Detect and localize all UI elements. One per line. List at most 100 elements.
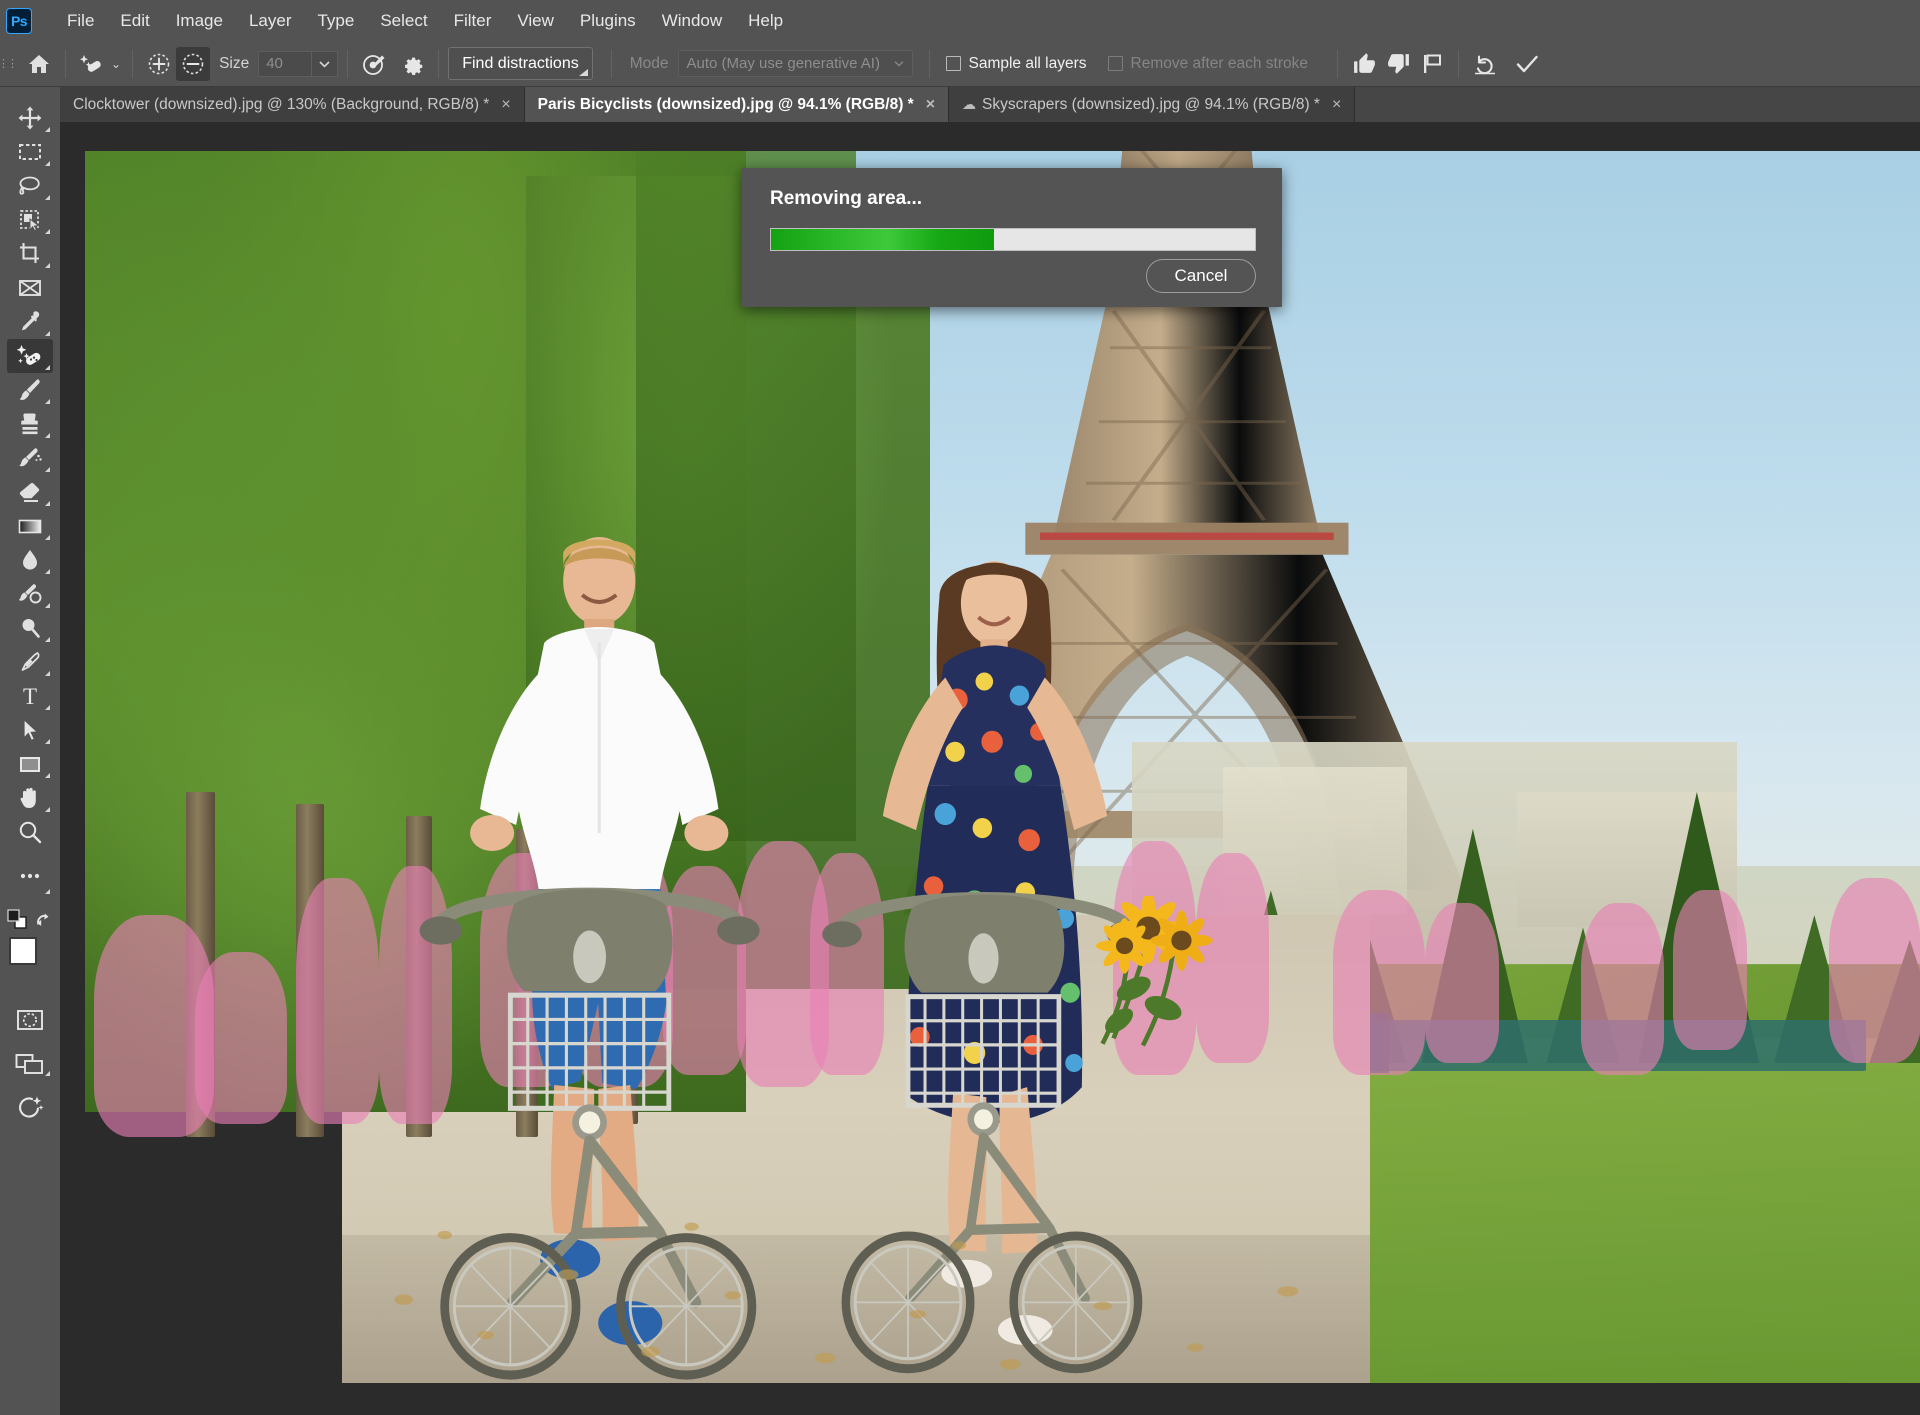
- object-selection-tool-icon: [17, 207, 43, 233]
- brush-subtract-button[interactable]: [176, 47, 210, 81]
- rectangular-marquee-tool[interactable]: [7, 135, 53, 169]
- menu-help[interactable]: Help: [735, 7, 796, 35]
- tool-preset-button[interactable]: [75, 47, 109, 81]
- divider: [1337, 50, 1338, 78]
- brush-settings-button[interactable]: [357, 47, 391, 81]
- brush-tool[interactable]: [7, 373, 53, 407]
- object-selection-tool[interactable]: [7, 203, 53, 237]
- flyout-corner: [45, 637, 50, 642]
- menu-plugins[interactable]: Plugins: [567, 7, 649, 35]
- commit-button[interactable]: [1510, 47, 1544, 81]
- thumbs-down-button[interactable]: [1381, 47, 1415, 81]
- document-tab-clocktower[interactable]: Clocktower (downsized).jpg @ 130% (Backg…: [60, 87, 525, 122]
- flyout-corner: [45, 773, 50, 778]
- remove-tool-icon: [79, 51, 105, 77]
- reset-undo-icon: [1471, 50, 1499, 78]
- brush-add-button[interactable]: [142, 47, 176, 81]
- sample-all-layers-checkbox[interactable]: Sample all layers: [946, 55, 1087, 73]
- canvas-area[interactable]: [60, 122, 1920, 1415]
- foreground-color-swatch[interactable]: [9, 937, 37, 965]
- menu-edit[interactable]: Edit: [107, 7, 162, 35]
- flyout-corner: [45, 671, 50, 676]
- quick-mask-button[interactable]: [7, 1003, 53, 1037]
- screen-mode-button[interactable]: [7, 1049, 53, 1079]
- edit-toolbar-more-button[interactable]: [7, 859, 53, 893]
- menu-select[interactable]: Select: [367, 7, 440, 35]
- quick-mask-icon: [16, 1009, 44, 1031]
- distraction-overlay: [1673, 890, 1746, 1050]
- burn-tool[interactable]: [7, 611, 53, 645]
- gradient-tool[interactable]: [7, 509, 53, 543]
- hand-tool-icon: [17, 785, 43, 811]
- menu-type[interactable]: Type: [304, 7, 367, 35]
- tool-options-bar: ⋮⋮ ⌄: [0, 41, 1920, 87]
- progress-bar-track: [770, 228, 1256, 251]
- settings-gear-button[interactable]: [395, 47, 429, 81]
- document-tab-paris-bicyclists[interactable]: Paris Bicyclists (downsized).jpg @ 94.1%…: [525, 87, 949, 122]
- menu-filter[interactable]: Filter: [441, 7, 505, 35]
- hand-tool[interactable]: [7, 781, 53, 815]
- flyout-corner: [45, 1071, 50, 1076]
- divider: [611, 50, 612, 78]
- tab-close-icon[interactable]: ×: [926, 97, 935, 113]
- move-tool-icon: [17, 105, 43, 131]
- distraction-overlay: [1425, 903, 1498, 1063]
- gear-icon: [400, 51, 425, 76]
- tab-close-icon[interactable]: ×: [501, 97, 510, 113]
- tab-close-icon[interactable]: ×: [1332, 97, 1341, 113]
- reset-button[interactable]: [1468, 47, 1502, 81]
- clone-stamp-tool[interactable]: [7, 407, 53, 441]
- rectangle-shape-tool[interactable]: [7, 747, 53, 781]
- path-selection-tool[interactable]: [7, 713, 53, 747]
- size-label: Size: [219, 55, 249, 73]
- mode-select[interactable]: Auto (May use generative AI): [678, 50, 913, 77]
- menu-view[interactable]: View: [504, 7, 567, 35]
- menu-window[interactable]: Window: [649, 7, 735, 35]
- type-tool[interactable]: T: [7, 679, 53, 713]
- menu-layer[interactable]: Layer: [236, 7, 305, 35]
- size-input[interactable]: 40: [258, 51, 312, 77]
- move-tool[interactable]: [7, 101, 53, 135]
- remove-tool[interactable]: [7, 339, 53, 373]
- home-button[interactable]: [22, 47, 56, 81]
- flyout-corner: [45, 889, 50, 894]
- more-ellipsis-icon: [17, 871, 43, 881]
- size-dropdown-button[interactable]: [312, 51, 338, 77]
- lasso-tool[interactable]: [7, 169, 53, 203]
- find-distractions-button[interactable]: Find distractions: [448, 47, 593, 80]
- eyedropper-tool-icon: [17, 309, 43, 335]
- zoom-tool[interactable]: [7, 815, 53, 849]
- document-image[interactable]: [85, 151, 1920, 1383]
- history-brush-tool-icon: [17, 445, 43, 471]
- flag-report-icon: [1420, 52, 1444, 76]
- flyout-corner: [45, 569, 50, 574]
- color-swatches: [7, 937, 53, 983]
- eraser-tool[interactable]: [7, 475, 53, 509]
- options-bar-grip[interactable]: ⋮⋮: [0, 41, 14, 87]
- report-flag-button[interactable]: [1415, 47, 1449, 81]
- crop-tool[interactable]: [7, 237, 53, 271]
- tool-preset-caret[interactable]: ⌄: [111, 57, 121, 71]
- eyedropper-tool[interactable]: [7, 305, 53, 339]
- frame-tool[interactable]: [7, 271, 53, 305]
- blur-tool[interactable]: [7, 543, 53, 577]
- lasso-tool-icon: [17, 173, 43, 199]
- distraction-overlay: [1829, 878, 1920, 1063]
- cancel-button[interactable]: Cancel: [1146, 259, 1256, 293]
- color-controls-row: [7, 907, 53, 933]
- brush-settings-icon: [360, 50, 388, 78]
- dodge-tool[interactable]: [7, 577, 53, 611]
- default-colors-icon[interactable]: [7, 909, 27, 929]
- divider: [1458, 50, 1459, 78]
- document-tab-skyscrapers[interactable]: ☁ Skyscrapers (downsized).jpg @ 94.1% (R…: [949, 87, 1355, 122]
- thumbs-up-icon: [1352, 51, 1377, 76]
- flyout-corner: [45, 603, 50, 608]
- swap-colors-icon[interactable]: [33, 909, 53, 929]
- pen-tool[interactable]: [7, 645, 53, 679]
- menu-image[interactable]: Image: [163, 7, 236, 35]
- marquee-tool-icon: [17, 139, 43, 165]
- history-brush-tool[interactable]: [7, 441, 53, 475]
- thumbs-up-button[interactable]: [1347, 47, 1381, 81]
- menu-file[interactable]: File: [54, 7, 107, 35]
- generative-fill-button[interactable]: [7, 1091, 53, 1125]
